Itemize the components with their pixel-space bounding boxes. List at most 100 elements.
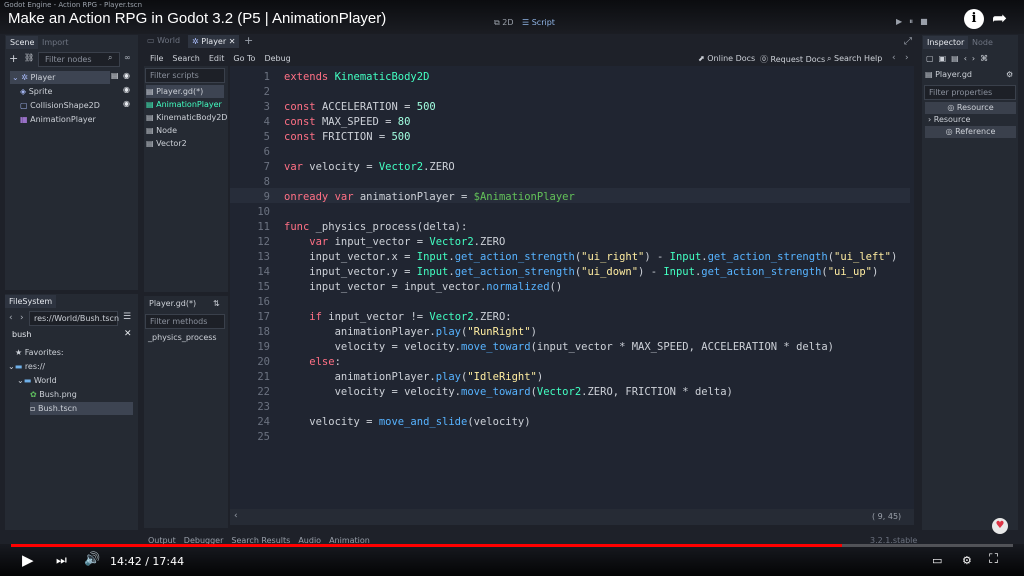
- chain-icon[interactable]: ∞: [124, 53, 131, 62]
- script-item-player[interactable]: ▤ Player.gd(*): [146, 85, 224, 98]
- object-menu-icon[interactable]: ⚙: [1006, 70, 1013, 79]
- code-line[interactable]: 17 if input_vector != Vector2.ZERO:: [230, 310, 912, 325]
- add-node-icon[interactable]: +: [9, 52, 18, 65]
- fs-file-bush-tscn[interactable]: ▫ Bush.tscn: [30, 402, 133, 415]
- script-item-vector2[interactable]: ▤ Vector2: [146, 137, 187, 150]
- load-resource-icon[interactable]: ▣: [939, 54, 952, 63]
- resource-section-header[interactable]: ◎ Resource: [925, 102, 1016, 114]
- workspace-script-button[interactable]: ☰ Script: [522, 18, 555, 27]
- code-line[interactable]: 2: [230, 85, 912, 100]
- fs-favorites[interactable]: ★ Favorites:: [15, 346, 64, 359]
- code-line[interactable]: 5 const FRICTION = 500: [230, 130, 912, 145]
- inspector-object[interactable]: ▤ Player.gd: [925, 70, 972, 79]
- code-line[interactable]: 3 const ACCELERATION = 500: [230, 100, 912, 115]
- code-lines[interactable]: 1 extends KinematicBody2D 2 3 const ACCELERA…: [230, 70, 912, 445]
- video-title[interactable]: Make an Action RPG in Godot 3.2 (P5 | An…: [8, 10, 386, 27]
- forward-icon[interactable]: ›: [20, 313, 24, 323]
- code-line[interactable]: 6: [230, 145, 912, 160]
- workspace-2d-button[interactable]: ⧉ 2D: [494, 18, 514, 28]
- next-icon[interactable]: ⏭: [56, 553, 67, 568]
- clear-search-icon[interactable]: ✕: [124, 329, 132, 339]
- subtitles-icon[interactable]: ▭: [932, 554, 942, 567]
- channel-avatar-icon[interactable]: ♥: [992, 518, 1008, 534]
- fs-file-bush-png[interactable]: ✿ Bush.png: [30, 388, 77, 401]
- scene-node-player[interactable]: ⌄ ✲ Player: [10, 71, 110, 84]
- request-docs-button[interactable]: ⓪ Request Docs: [760, 54, 825, 65]
- history-back-icon[interactable]: ‹: [892, 53, 896, 63]
- fullscreen-icon[interactable]: ⛶: [989, 552, 998, 567]
- pause-scene-icon[interactable]: ⏸: [909, 17, 920, 26]
- code-line[interactable]: 21 animationPlayer.play("IdleRight"): [230, 370, 912, 385]
- menu-debug[interactable]: Debug: [264, 54, 290, 63]
- code-line[interactable]: 16: [230, 295, 912, 310]
- tab-world[interactable]: ▭ World: [147, 36, 180, 45]
- search-help-button[interactable]: ⌕ Search Help: [827, 54, 882, 64]
- new-resource-icon[interactable]: ▢: [926, 54, 939, 63]
- script-item-node[interactable]: ▤ Node: [146, 124, 177, 137]
- history-list-icon[interactable]: ⌘: [980, 54, 993, 63]
- reference-section-header[interactable]: ◎ Reference: [925, 126, 1016, 138]
- tab-inspector[interactable]: Inspector: [923, 36, 969, 49]
- code-line[interactable]: 24 velocity = move_and_slide(velocity): [230, 415, 912, 430]
- code-line[interactable]: 19 velocity = velocity.move_toward(input…: [230, 340, 912, 355]
- property-filter-input[interactable]: Filter properties: [924, 85, 1016, 100]
- split-view-icon[interactable]: ☰: [123, 312, 131, 322]
- sort-icon[interactable]: ⇅: [213, 299, 220, 308]
- tab-filesystem[interactable]: FileSystem: [5, 295, 57, 308]
- code-line[interactable]: 20 else:: [230, 355, 912, 370]
- volume-icon[interactable]: 🔊: [84, 552, 100, 567]
- menu-search[interactable]: Search: [172, 54, 199, 63]
- code-line[interactable]: 25: [230, 430, 912, 445]
- fs-folder-world[interactable]: ⌄▬ World: [17, 374, 57, 387]
- code-line[interactable]: 10: [230, 205, 912, 220]
- scroll-left-icon[interactable]: ‹: [234, 511, 238, 521]
- code-line[interactable]: 12 var input_vector = Vector2.ZERO: [230, 235, 912, 250]
- code-line[interactable]: 18 animationPlayer.play("RunRight"): [230, 325, 912, 340]
- tab-node[interactable]: Node: [968, 36, 997, 49]
- filesystem-path-input[interactable]: res://World/Bush.tscn: [29, 311, 119, 326]
- code-line[interactable]: 7 var velocity = Vector2.ZERO: [230, 160, 912, 175]
- code-line[interactable]: 22 velocity = velocity.move_toward(Vecto…: [230, 385, 912, 400]
- settings-icon[interactable]: ⚙: [962, 554, 972, 567]
- fs-res-root[interactable]: ⌄▬ res://: [8, 360, 45, 373]
- play-icon[interactable]: ▶: [22, 551, 34, 569]
- code-line[interactable]: 11 func _physics_process(delta):: [230, 220, 912, 235]
- code-line[interactable]: 9 onready var animationPlayer = $Animatio…: [230, 190, 912, 205]
- scene-node-sprite[interactable]: ◈ Sprite: [20, 85, 52, 98]
- play-controls[interactable]: ▶⏸■: [896, 17, 935, 27]
- visibility-icon[interactable]: ◉: [123, 71, 130, 80]
- script-filter-input[interactable]: Filter scripts: [145, 68, 225, 83]
- tab-player[interactable]: ✲ Player ✕: [188, 35, 240, 48]
- code-line[interactable]: 23: [230, 400, 912, 415]
- online-docs-button[interactable]: ⬈ Online Docs: [698, 54, 755, 63]
- script-attached-icon[interactable]: ▤: [111, 71, 119, 80]
- method-filter-input[interactable]: Filter methods: [145, 314, 225, 329]
- stop-scene-icon[interactable]: ■: [920, 17, 935, 26]
- menu-goto[interactable]: Go To: [233, 54, 255, 63]
- tab-import[interactable]: Import: [38, 36, 73, 49]
- close-icon[interactable]: ✕: [229, 37, 236, 46]
- history-back-icon[interactable]: ‹: [964, 54, 972, 63]
- play-scene-icon[interactable]: ▶: [896, 17, 909, 26]
- history-forward-icon[interactable]: ›: [905, 53, 909, 63]
- visibility-icon[interactable]: ◉: [123, 99, 130, 108]
- filesystem-search-input[interactable]: bush: [8, 328, 122, 343]
- code-line[interactable]: 8: [230, 175, 912, 190]
- code-line[interactable]: 15 input_vector = input_vector.normalize…: [230, 280, 912, 295]
- fullscreen-icon[interactable]: ⤢: [904, 36, 912, 47]
- info-icon[interactable]: i: [964, 9, 984, 29]
- link-icon[interactable]: ⛓: [24, 53, 34, 62]
- code-line[interactable]: 13 input_vector.x = Input.get_action_str…: [230, 250, 912, 265]
- add-tab-icon[interactable]: +: [244, 34, 253, 47]
- visibility-icon[interactable]: ◉: [123, 85, 130, 94]
- code-line[interactable]: 4 const MAX_SPEED = 80: [230, 115, 912, 130]
- history-forward-icon[interactable]: ›: [972, 54, 980, 63]
- menu-file[interactable]: File: [150, 54, 163, 63]
- code-line[interactable]: 1 extends KinematicBody2D: [230, 70, 912, 85]
- code-line[interactable]: 14 input_vector.y = Input.get_action_str…: [230, 265, 912, 280]
- share-icon[interactable]: ➦: [992, 8, 1007, 29]
- resource-subsection[interactable]: › Resource: [928, 115, 970, 124]
- script-item-animationplayer[interactable]: ▤ AnimationPlayer: [146, 98, 222, 111]
- scene-node-animationplayer[interactable]: ▦ AnimationPlayer: [20, 113, 96, 126]
- back-icon[interactable]: ‹: [9, 313, 13, 323]
